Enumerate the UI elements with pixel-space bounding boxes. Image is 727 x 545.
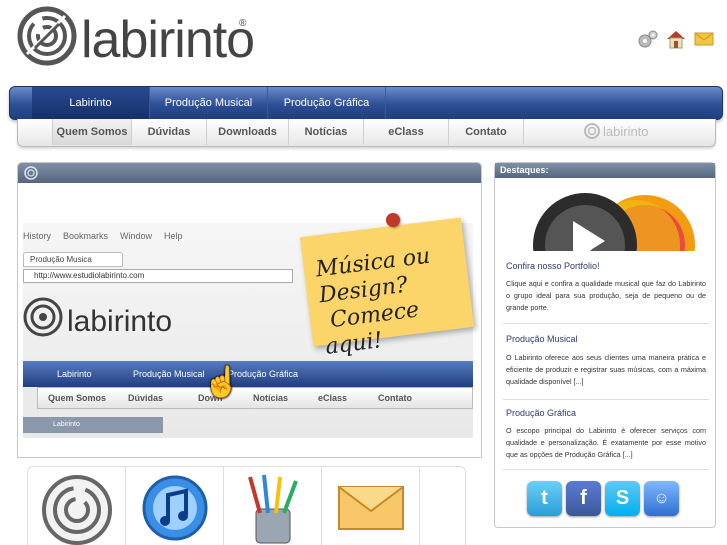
sticky-note-text: Música ou Design? Comece aqui! — [314, 243, 432, 360]
sub-nav-quem-somos[interactable]: Quem Somos — [52, 119, 132, 145]
graphic-text: O escopo principal do Labirinto é oferec… — [506, 426, 706, 459]
twitter-icon[interactable]: t — [527, 481, 562, 516]
sub-nav-contato[interactable]: Contato — [449, 119, 524, 145]
subnav-logo-text: labirinto — [603, 123, 649, 139]
labyrinth-small-icon — [24, 166, 38, 180]
shot-main-nav: Labirinto Produção Musical Produção Gráf… — [23, 361, 473, 387]
tile-producao-musical[interactable] — [126, 467, 224, 545]
messenger-icon[interactable]: ☺ — [644, 481, 679, 516]
graphic-heading[interactable]: Produção Gráfica — [506, 408, 576, 418]
shot-wordmark: labirinto — [67, 305, 173, 338]
home-icon[interactable] — [665, 28, 687, 50]
pushpin-icon — [386, 213, 400, 227]
portfolio-text: Clique aqui e confira a qualidade musica… — [506, 279, 706, 312]
music-text: O Labirinto oferece aos seus clientes um… — [506, 353, 706, 386]
main-nav: Labirinto Produção Musical Produção Gráf… — [9, 86, 723, 120]
logo-wordmark: labirinto — [81, 11, 255, 69]
labyrinth-icon — [41, 475, 112, 545]
divider — [503, 323, 709, 324]
site-logo[interactable]: labirinto ® — [17, 6, 257, 70]
shot-menubar: History Bookmarks Window Help — [23, 231, 183, 241]
shot-footer-strip: Labirinto — [23, 417, 163, 433]
skype-icon[interactable]: S — [605, 481, 640, 516]
main-nav-labirinto[interactable]: Labirinto — [32, 87, 150, 119]
subnav-logo: labirinto — [584, 123, 649, 139]
sub-nav-eclass[interactable]: eClass — [364, 119, 449, 145]
mail-icon[interactable] — [693, 28, 715, 50]
itunes-music-icon — [142, 475, 207, 541]
envelope-icon — [337, 486, 404, 530]
labyrinth-logo-icon — [17, 6, 77, 66]
shot-url-bar: http://www.estudiolabirinto.com — [23, 269, 293, 283]
tile-labirinto[interactable] — [28, 467, 126, 545]
tile-contato[interactable] — [322, 467, 420, 545]
feature-header-bar — [18, 163, 481, 183]
shot-labyrinth-icon — [23, 297, 63, 337]
social-links: t f S ☺ — [527, 481, 679, 516]
registered-mark: ® — [239, 18, 247, 29]
divider — [503, 469, 709, 470]
settings-icon[interactable] — [637, 28, 659, 50]
sticky-note[interactable]: Música ou Design? Comece aqui! — [299, 217, 475, 360]
highlights-sidebar: Destaques: Confira nosso Portfolio! Cliq… — [494, 162, 716, 528]
sub-nav-noticias[interactable]: Notícias — [289, 119, 364, 145]
sidebar-title: Destaques: — [495, 163, 715, 178]
feature-banner[interactable]: History Bookmarks Window Help Produção M… — [17, 162, 482, 458]
main-nav-producao-grafica[interactable]: Produção Gráfica — [268, 87, 386, 119]
labyrinth-small-icon — [584, 123, 600, 139]
main-nav-producao-musical[interactable]: Produção Musical — [150, 87, 268, 119]
sub-nav-duvidas[interactable]: Dúvidas — [132, 119, 207, 145]
tile-producao-grafica[interactable] — [224, 467, 322, 545]
shot-tab: Produção Musica — [23, 252, 123, 267]
feature-tiles — [27, 466, 466, 545]
portfolio-heading[interactable]: Confira nosso Portfolio! — [506, 261, 600, 271]
shot-sub-nav: Quem Somos Dúvidas Down Notícias eClass … — [37, 387, 473, 409]
sub-nav: Quem Somos Dúvidas Downloads Notícias eC… — [17, 119, 716, 147]
hand-cursor-icon: ☝ — [203, 366, 241, 399]
music-heading[interactable]: Produção Musical — [506, 334, 578, 344]
sub-nav-downloads[interactable]: Downloads — [207, 119, 289, 145]
brushes-icon — [247, 474, 298, 544]
portfolio-cd-image[interactable] — [515, 185, 695, 251]
facebook-icon[interactable]: f — [566, 481, 601, 516]
divider — [503, 399, 709, 400]
